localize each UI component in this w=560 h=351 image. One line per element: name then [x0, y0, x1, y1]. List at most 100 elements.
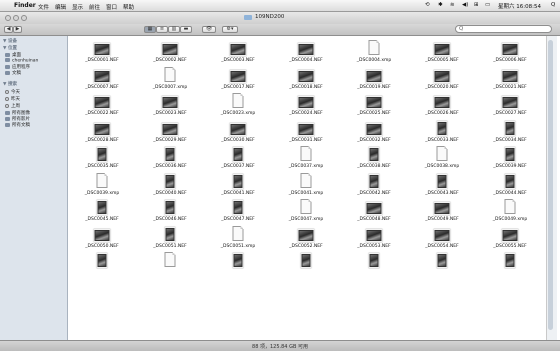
file-item[interactable]: _DSC0022.NEF — [72, 92, 132, 117]
file-item[interactable]: _DSC0043.NEF — [412, 172, 472, 197]
file-item[interactable]: _DSC0036.NEF — [140, 145, 200, 170]
volume-icon[interactable]: ◀) — [462, 2, 468, 8]
file-item[interactable]: _DSC0023.NEF — [140, 92, 200, 117]
bluetooth-icon[interactable]: ✱ — [438, 2, 443, 8]
file-item[interactable]: _DSC0006.NEF — [480, 39, 540, 64]
file-item[interactable]: _DSC0047.NEF — [208, 198, 268, 223]
file-item[interactable]: _DSC0019.NEF — [344, 66, 404, 91]
file-item[interactable]: _DSC0002.NEF — [140, 39, 200, 64]
file-item[interactable]: _DSC0039.xmp — [72, 172, 132, 197]
file-item[interactable]: _DSC0048.NEF — [344, 198, 404, 223]
file-item[interactable] — [72, 251, 132, 276]
icon-view-button[interactable]: ▦ — [144, 26, 156, 33]
file-item[interactable]: _DSC0028.NEF — [72, 119, 132, 144]
file-item[interactable]: _DSC0024.NEF — [276, 92, 336, 117]
file-item[interactable]: _DSC0047.xmp — [276, 198, 336, 223]
file-item[interactable]: _DSC0035.NEF — [72, 145, 132, 170]
file-item[interactable]: _DSC0021.NEF — [480, 66, 540, 91]
file-item[interactable]: _DSC0039.NEF — [480, 145, 540, 170]
menu-go[interactable]: 前往 — [89, 3, 100, 11]
sidebar-item-yesterday[interactable]: 昨天 — [5, 96, 20, 102]
file-item[interactable]: _DSC0032.NEF — [344, 119, 404, 144]
file-item[interactable]: _DSC0031.NEF — [276, 119, 336, 144]
file-item[interactable]: _DSC0004.xmp — [344, 39, 404, 64]
file-item[interactable] — [344, 251, 404, 276]
file-item[interactable] — [412, 251, 472, 276]
column-view-button[interactable]: ▥ — [168, 26, 180, 33]
sidebar-item-today[interactable]: 今天 — [5, 89, 20, 95]
file-item[interactable]: _DSC0029.NEF — [140, 119, 200, 144]
file-item[interactable]: _DSC0007.NEF — [72, 66, 132, 91]
file-item[interactable]: _DSC0033.NEF — [412, 119, 472, 144]
file-item[interactable]: _DSC0001.NEF — [72, 39, 132, 64]
coverflow-view-button[interactable]: ▬ — [180, 26, 192, 33]
close-window-button[interactable] — [5, 15, 11, 21]
sidebar-item-documents[interactable]: 文稿 — [5, 70, 21, 76]
back-button[interactable]: ◀ — [4, 26, 13, 33]
file-item[interactable]: _DSC0049.xmp — [480, 198, 540, 223]
sidebar-item-last-week[interactable]: 上周 — [5, 103, 20, 109]
file-item[interactable]: _DSC0027.NEF — [480, 92, 540, 117]
menu-clock[interactable]: 星期六 16:08:54 — [498, 2, 541, 10]
file-item[interactable]: _DSC0003.NEF — [208, 39, 268, 64]
menu-edit[interactable]: 编辑 — [55, 3, 66, 11]
battery-icon[interactable]: ▭ — [485, 2, 490, 8]
file-item[interactable] — [480, 251, 540, 276]
file-item[interactable]: _DSC0042.NEF — [344, 172, 404, 197]
file-item[interactable]: _DSC0007.xmp — [140, 66, 200, 91]
file-item[interactable]: _DSC0049.NEF — [412, 198, 472, 223]
input-method-icon[interactable]: ⊞ — [474, 2, 479, 8]
sidebar-item-all-documents[interactable]: 所有文稿 — [5, 122, 30, 128]
spotlight-icon[interactable]: Q — [551, 2, 555, 8]
zoom-window-button[interactable] — [21, 15, 27, 21]
minimize-window-button[interactable] — [13, 15, 19, 21]
menu-view[interactable]: 显示 — [72, 3, 83, 11]
file-item[interactable]: _DSC0020.NEF — [412, 66, 472, 91]
time-machine-icon[interactable]: ⟲ — [425, 2, 430, 8]
file-item[interactable]: _DSC0038.xmp — [412, 145, 472, 170]
sidebar-header-devices[interactable]: ▼ 设备 — [3, 38, 17, 44]
file-item[interactable]: _DSC0055.NEF — [480, 225, 540, 250]
file-item[interactable]: _DSC0054.NEF — [412, 225, 472, 250]
quick-look-button[interactable]: 👁 — [202, 26, 216, 33]
file-item[interactable]: _DSC0037.NEF — [208, 145, 268, 170]
file-item[interactable]: _DSC0018.NEF — [276, 66, 336, 91]
file-item[interactable] — [276, 251, 336, 276]
menu-help[interactable]: 帮助 — [123, 3, 134, 11]
file-item[interactable] — [208, 251, 268, 276]
menu-file[interactable]: 文件 — [38, 3, 49, 11]
file-item[interactable]: _DSC0053.NEF — [344, 225, 404, 250]
file-item[interactable]: _DSC0037.xmp — [276, 145, 336, 170]
list-view-button[interactable]: ≡ — [156, 26, 168, 33]
file-item[interactable]: _DSC0025.NEF — [344, 92, 404, 117]
file-item[interactable]: _DSC0051.xmp — [208, 225, 268, 250]
sidebar-item-home[interactable]: chenhuinan — [5, 58, 38, 64]
file-item[interactable]: _DSC0017.NEF — [208, 66, 268, 91]
file-item[interactable]: _DSC0030.NEF — [208, 119, 268, 144]
file-item[interactable]: _DSC0026.NEF — [412, 92, 472, 117]
menu-window[interactable]: 窗口 — [106, 3, 117, 11]
search-field[interactable]: Q — [455, 25, 552, 33]
file-item[interactable]: _DSC0005.NEF — [412, 39, 472, 64]
forward-button[interactable]: ▶ — [13, 26, 22, 33]
file-item[interactable]: _DSC0004.NEF — [276, 39, 336, 64]
file-item[interactable]: _DSC0041.xmp — [276, 172, 336, 197]
file-item[interactable]: _DSC0038.NEF — [344, 145, 404, 170]
file-item[interactable]: _DSC0034.NEF — [480, 119, 540, 144]
file-item[interactable]: _DSC0041.NEF — [208, 172, 268, 197]
file-item[interactable]: _DSC0052.NEF — [276, 225, 336, 250]
file-item[interactable]: _DSC0051.NEF — [140, 225, 200, 250]
file-item[interactable]: _DSC0046.NEF — [140, 198, 200, 223]
file-item[interactable]: _DSC0050.NEF — [72, 225, 132, 250]
file-item[interactable]: _DSC0045.NEF — [72, 198, 132, 223]
wifi-icon[interactable]: ≋ — [450, 2, 455, 8]
app-menu-finder[interactable]: Finder — [14, 2, 36, 9]
file-item[interactable]: _DSC0040.NEF — [140, 172, 200, 197]
file-item[interactable]: _DSC0023.xmp — [208, 92, 268, 117]
action-menu-button[interactable]: ⚙▾ — [222, 26, 238, 33]
sidebar-header-places[interactable]: ▼ 位置 — [3, 45, 17, 51]
sidebar-header-search[interactable]: ▼ 搜索 — [3, 81, 17, 87]
scrollbar-thumb[interactable] — [548, 40, 553, 330]
file-item[interactable]: _DSC0044.NEF — [480, 172, 540, 197]
file-item[interactable] — [140, 251, 200, 276]
